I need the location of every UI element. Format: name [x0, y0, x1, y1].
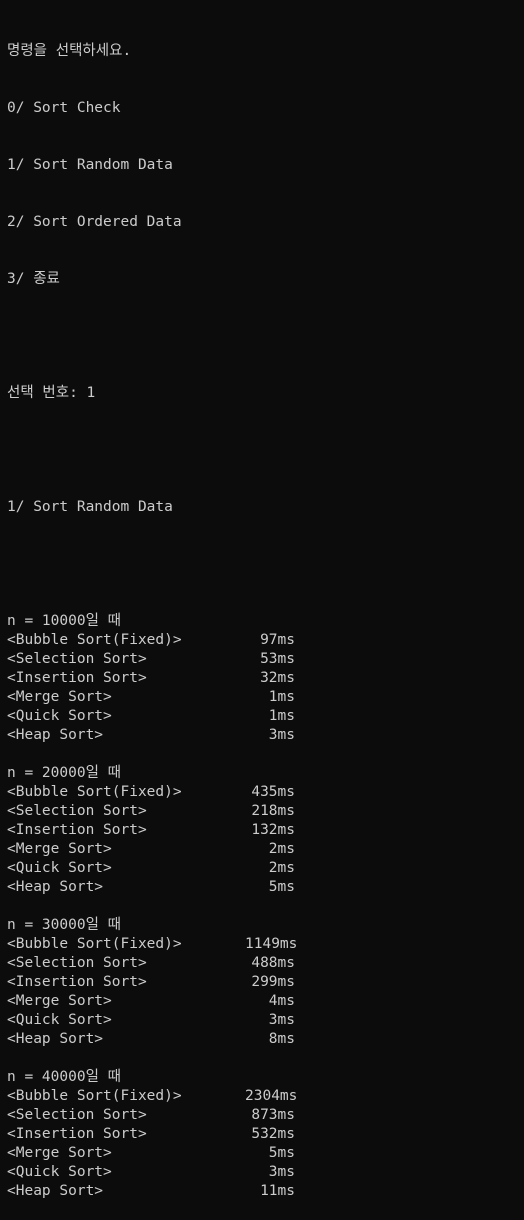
- result-row: <Insertion Sort> 32ms: [7, 669, 517, 688]
- benchmark-results: n = 10000일 때 <Bubble Sort(Fixed)> 97ms <Sel…: [7, 612, 517, 1201]
- algorithm-name: <Insertion Sort>: [7, 974, 147, 990]
- algorithm-name: <Heap Sort>: [7, 879, 104, 895]
- algorithm-name: <Merge Sort>: [7, 993, 112, 1009]
- console-output: 명령을 선택하세요. 0/ Sort Check 1/ Sort Random …: [7, 4, 517, 1220]
- result-row: <Heap Sort> 11ms: [7, 1182, 517, 1201]
- algorithm-name: <Insertion Sort>: [7, 822, 147, 838]
- benchmark-block: n = 20000일 때 <Bubble Sort(Fixed)> 435ms <Se…: [7, 764, 517, 916]
- menu-option: 2/ Sort Ordered Data: [7, 214, 182, 230]
- result-row: <Bubble Sort(Fixed)> 435ms: [7, 783, 517, 802]
- benchmark-block: n = 30000일 때 <Bubble Sort(Fixed)> 1149ms <S…: [7, 916, 517, 1068]
- elapsed-time: 97ms: [260, 632, 295, 648]
- algorithm-name: <Merge Sort>: [7, 1145, 112, 1161]
- algorithm-name: <Bubble Sort(Fixed)>: [7, 784, 182, 800]
- algorithm-name: <Quick Sort>: [7, 860, 112, 876]
- algorithm-name: <Merge Sort>: [7, 689, 112, 705]
- elapsed-time: 53ms: [260, 651, 295, 667]
- result-row: <Merge Sort> 1ms: [7, 688, 517, 707]
- elapsed-time: 3ms: [268, 1012, 295, 1028]
- elapsed-time: 32ms: [260, 670, 295, 686]
- algorithm-name: <Quick Sort>: [7, 1012, 112, 1028]
- menu-option: 0/ Sort Check: [7, 100, 121, 116]
- algorithm-name: <Bubble Sort(Fixed)>: [7, 632, 182, 648]
- elapsed-time: 435ms: [251, 784, 295, 800]
- run-header: n = 30000일 때: [7, 917, 121, 933]
- elapsed-time: 1ms: [268, 689, 295, 705]
- result-row: <Bubble Sort(Fixed)> 2304ms: [7, 1087, 517, 1106]
- result-row: <Heap Sort> 5ms: [7, 878, 517, 897]
- algorithm-name: <Heap Sort>: [7, 1183, 104, 1199]
- result-row: <Heap Sort> 8ms: [7, 1030, 517, 1049]
- algorithm-name: <Heap Sort>: [7, 727, 104, 743]
- algorithm-name: <Selection Sort>: [7, 651, 147, 667]
- elapsed-time: 132ms: [251, 822, 295, 838]
- result-row: <Bubble Sort(Fixed)> 1149ms: [7, 935, 517, 954]
- result-row: <Selection Sort> 53ms: [7, 650, 517, 669]
- elapsed-time: 1149ms: [245, 936, 298, 952]
- result-row: <Bubble Sort(Fixed)> 97ms: [7, 631, 517, 650]
- algorithm-name: <Selection Sort>: [7, 955, 147, 971]
- result-row: <Selection Sort> 873ms: [7, 1106, 517, 1125]
- algorithm-name: <Quick Sort>: [7, 1164, 112, 1180]
- elapsed-time: 5ms: [268, 1145, 295, 1161]
- elapsed-time: 3ms: [268, 1164, 295, 1180]
- algorithm-name: <Merge Sort>: [7, 841, 112, 857]
- result-row: <Merge Sort> 5ms: [7, 1144, 517, 1163]
- elapsed-time: 11ms: [260, 1183, 295, 1199]
- algorithm-name: <Selection Sort>: [7, 1107, 147, 1123]
- selected-option-echo: 1/ Sort Random Data: [7, 499, 173, 515]
- menu-option: 3/ 종료: [7, 271, 60, 287]
- elapsed-time: 4ms: [268, 993, 295, 1009]
- elapsed-time: 532ms: [251, 1126, 295, 1142]
- elapsed-time: 5ms: [268, 879, 295, 895]
- elapsed-time: 299ms: [251, 974, 295, 990]
- algorithm-name: <Bubble Sort(Fixed)>: [7, 1088, 182, 1104]
- algorithm-name: <Heap Sort>: [7, 1031, 104, 1047]
- menu-option: 1/ Sort Random Data: [7, 157, 173, 173]
- result-row: <Quick Sort> 1ms: [7, 707, 517, 726]
- algorithm-name: <Insertion Sort>: [7, 670, 147, 686]
- result-row: <Quick Sort> 3ms: [7, 1011, 517, 1030]
- result-row: <Merge Sort> 2ms: [7, 840, 517, 859]
- menu-prompt: 명령을 선택하세요.: [7, 43, 132, 59]
- algorithm-name: <Quick Sort>: [7, 708, 112, 724]
- elapsed-time: 3ms: [268, 727, 295, 743]
- elapsed-time: 488ms: [251, 955, 295, 971]
- result-row: <Insertion Sort> 532ms: [7, 1125, 517, 1144]
- run-header: n = 10000일 때: [7, 613, 121, 629]
- result-row: <Merge Sort> 4ms: [7, 992, 517, 1011]
- elapsed-time: 2ms: [268, 841, 295, 857]
- result-row: <Quick Sort> 3ms: [7, 1163, 517, 1182]
- algorithm-name: <Selection Sort>: [7, 803, 147, 819]
- elapsed-time: 2304ms: [245, 1088, 298, 1104]
- result-row: <Quick Sort> 2ms: [7, 859, 517, 878]
- benchmark-block: n = 10000일 때 <Bubble Sort(Fixed)> 97ms <Sel…: [7, 612, 517, 764]
- elapsed-time: 873ms: [251, 1107, 295, 1123]
- algorithm-name: <Insertion Sort>: [7, 1126, 147, 1142]
- selection-input-line: 선택 번호: 1: [7, 385, 96, 401]
- elapsed-time: 1ms: [268, 708, 295, 724]
- elapsed-time: 2ms: [268, 860, 295, 876]
- benchmark-block: n = 40000일 때 <Bubble Sort(Fixed)> 2304ms <S…: [7, 1068, 517, 1201]
- run-header: n = 40000일 때: [7, 1069, 121, 1085]
- elapsed-time: 8ms: [268, 1031, 295, 1047]
- result-row: <Insertion Sort> 132ms: [7, 821, 517, 840]
- result-row: <Selection Sort> 218ms: [7, 802, 517, 821]
- result-row: <Insertion Sort> 299ms: [7, 973, 517, 992]
- algorithm-name: <Bubble Sort(Fixed)>: [7, 936, 182, 952]
- result-row: <Selection Sort> 488ms: [7, 954, 517, 973]
- result-row: <Heap Sort> 3ms: [7, 726, 517, 745]
- elapsed-time: 218ms: [251, 803, 295, 819]
- run-header: n = 20000일 때: [7, 765, 121, 781]
